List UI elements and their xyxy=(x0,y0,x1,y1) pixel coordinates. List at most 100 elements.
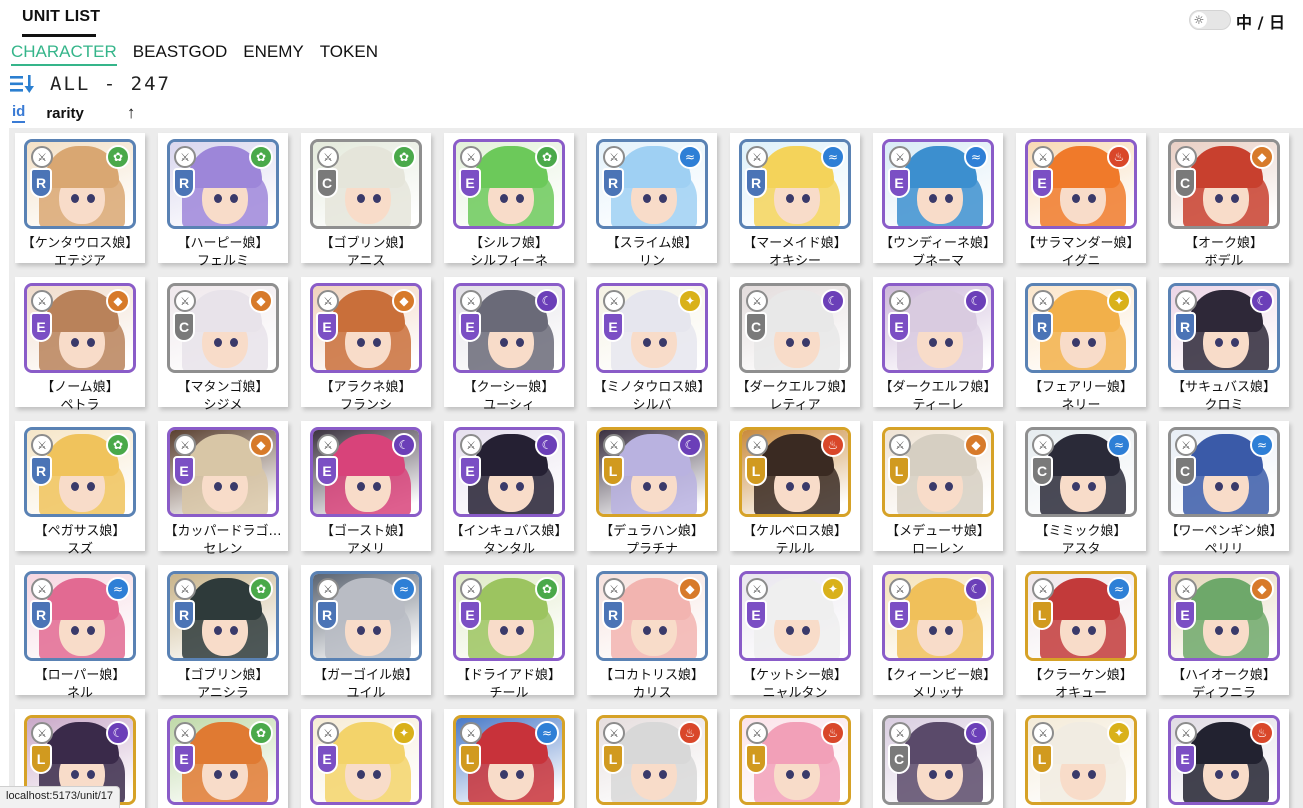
class-icon: ⚔ xyxy=(603,290,625,312)
unit-portrait: ⚔ E ✿ xyxy=(453,571,565,661)
unit-card[interactable]: ⚔ E ✿ xyxy=(158,709,288,808)
class-icon: ⚔ xyxy=(317,722,339,744)
sort-by-rarity[interactable]: rarity xyxy=(46,105,84,122)
rarity-badge: C xyxy=(173,312,195,342)
tab-character[interactable]: CHARACTER xyxy=(11,42,117,66)
unit-card[interactable]: ⚔ L ✦ xyxy=(1016,709,1146,808)
unit-card[interactable]: ⚔ E ✿ 【ドライアド娘】 チール xyxy=(444,565,574,701)
unit-card[interactable]: ⚔ E ◆ 【ノーム娘】 ペトラ xyxy=(15,277,145,413)
unit-portrait: ⚔ C ✿ xyxy=(310,139,422,229)
unit-card[interactable]: ⚔ R ≈ 【スライム娘】 リン xyxy=(587,133,717,269)
unit-card[interactable]: ⚔ C ☾ xyxy=(873,709,1003,808)
unit-race: 【マーメイド娘】 xyxy=(743,236,847,251)
sun-icon: ☼ xyxy=(1191,12,1207,28)
class-icon: ⚔ xyxy=(746,290,768,312)
unit-card[interactable]: ⚔ L ≈ xyxy=(444,709,574,808)
unit-card[interactable]: ⚔ E ☾ 【インキュバス娘】 タンタル xyxy=(444,421,574,557)
unit-race: 【ノーム娘】 xyxy=(41,380,119,395)
unit-card[interactable]: ⚔ E ✦ 【ミノタウロス娘】 シルバ xyxy=(587,277,717,413)
unit-name: チール xyxy=(489,686,529,701)
unit-card[interactable]: ⚔ L ♨ 【ケルベロス娘】 テルル xyxy=(730,421,860,557)
unit-card[interactable]: ⚔ E ☾ 【ゴースト娘】 アメリ xyxy=(301,421,431,557)
unit-race: 【マタンゴ娘】 xyxy=(177,380,269,395)
rarity-badge: C xyxy=(1174,456,1196,486)
unit-card[interactable]: ⚔ R ≈ 【ガーゴイル娘】 ユイル xyxy=(301,565,431,701)
class-icon: ⚔ xyxy=(889,578,911,600)
class-icon: ⚔ xyxy=(1032,578,1054,600)
unit-card[interactable]: ⚔ C ✿ 【ゴブリン娘】 アニス xyxy=(301,133,431,269)
unit-race: 【クィーンビー娘】 xyxy=(879,668,997,683)
unit-card[interactable]: ⚔ E ◆ 【カッパードラゴ… セレン xyxy=(158,421,288,557)
rarity-badge: E xyxy=(459,600,481,630)
unit-card[interactable]: ⚔ L ♨ xyxy=(587,709,717,808)
unit-name: ネリー xyxy=(1061,398,1101,413)
class-icon: ⚔ xyxy=(1175,722,1197,744)
unit-card[interactable]: ⚔ R ✿ 【ゴブリン娘】 アニシラ xyxy=(158,565,288,701)
wind-element-icon: ✿ xyxy=(392,145,416,169)
unit-race: 【ゴブリン娘】 xyxy=(320,236,412,251)
fire-element-icon: ♨ xyxy=(821,721,845,745)
unit-card[interactable]: ⚔ L ◆ 【メデューサ娘】 ローレン xyxy=(873,421,1003,557)
unit-portrait: ⚔ R ✿ xyxy=(24,139,136,229)
dark-element-icon: ☾ xyxy=(106,721,130,745)
unit-name: ボデル xyxy=(1204,254,1244,269)
rarity-badge: C xyxy=(1031,456,1053,486)
light-element-icon: ✦ xyxy=(678,289,702,313)
unit-race: 【カッパードラゴ… xyxy=(164,524,282,539)
unit-card[interactable]: ⚔ C ≈ 【ワーペンギン娘】 ペリリ xyxy=(1159,421,1289,557)
filter-summary[interactable]: ALL - 247 xyxy=(50,73,171,95)
unit-grid: ⚔ R ✿ 【ケンタウロス娘】 エテジア ⚔ R ✿ 【ハーピー娘】 フェルミ ⚔ C ✿ 【ゴブリン娘】… xyxy=(15,133,1289,808)
unit-card[interactable]: ⚔ E ☾ 【クィーンビー娘】 メリッサ xyxy=(873,565,1003,701)
sort-by-id[interactable]: id xyxy=(12,103,26,123)
unit-card[interactable]: ⚔ R ≈ 【マーメイド娘】 オキシー xyxy=(730,133,860,269)
tab-enemy[interactable]: ENEMY xyxy=(243,42,303,66)
unit-portrait: ⚔ C ◆ xyxy=(167,283,279,373)
rarity-badge: L xyxy=(1031,600,1053,630)
rarity-badge: E xyxy=(602,312,624,342)
unit-race: 【ドライアド娘】 xyxy=(456,668,561,683)
unit-card[interactable]: ⚔ E ◆ 【アラクネ娘】 フランシ xyxy=(301,277,431,413)
unit-card[interactable]: ⚔ E ☾ 【クーシー娘】 ユーシィ xyxy=(444,277,574,413)
class-icon: ⚔ xyxy=(1175,578,1197,600)
unit-card[interactable]: ⚔ E ☾ 【ダークエルフ娘】 ティーレ xyxy=(873,277,1003,413)
unit-card[interactable]: ⚔ R ≈ 【ローパー娘】 ネル xyxy=(15,565,145,701)
unit-card[interactable]: ⚔ L ♨ xyxy=(730,709,860,808)
class-icon: ⚔ xyxy=(603,434,625,456)
unit-card[interactable]: ⚔ E ♨ xyxy=(1159,709,1289,808)
unit-card[interactable]: ⚔ R ◆ 【コカトリス娘】 カリス xyxy=(587,565,717,701)
unit-portrait: ⚔ L ♨ xyxy=(739,715,851,805)
unit-card[interactable]: ⚔ R ✿ 【ケンタウロス娘】 エテジア xyxy=(15,133,145,269)
unit-card[interactable]: ⚔ R ✿ 【ペガサス娘】 スズ xyxy=(15,421,145,557)
class-icon: ⚔ xyxy=(174,578,196,600)
unit-card[interactable]: ⚔ E ✿ 【シルフ娘】 シルフィーネ xyxy=(444,133,574,269)
unit-race: 【サキュバス娘】 xyxy=(1171,380,1276,395)
unit-card[interactable]: ⚔ R ☾ 【サキュバス娘】 クロミ xyxy=(1159,277,1289,413)
unit-name: レティア xyxy=(769,398,821,413)
unit-name: リン xyxy=(638,254,665,269)
unit-card[interactable]: ⚔ L ≈ 【クラーケン娘】 オキュー xyxy=(1016,565,1146,701)
sort-direction-toggle[interactable]: ↑ xyxy=(127,103,136,123)
unit-card[interactable]: ⚔ E ≈ 【ウンディーネ娘】 ブネーマ xyxy=(873,133,1003,269)
unit-card[interactable]: ⚔ E ✦ xyxy=(301,709,431,808)
theme-toggle[interactable]: ☼ xyxy=(1189,10,1231,30)
unit-portrait: ⚔ E ☾ xyxy=(882,571,994,661)
unit-card[interactable]: ⚔ E ♨ 【サラマンダー娘】 イグニ xyxy=(1016,133,1146,269)
header: UNIT LIST ☼ 中 / 日 CHARACTER BEASTGOD ENE… xyxy=(0,0,1303,128)
unit-card[interactable]: ⚔ E ✦ 【ケットシー娘】 ニャルタン xyxy=(730,565,860,701)
tab-beastgod[interactable]: BEASTGOD xyxy=(133,42,227,66)
unit-race: 【ダークエルフ娘】 xyxy=(736,380,854,395)
unit-card[interactable]: ⚔ R ✿ 【ハーピー娘】 フェルミ xyxy=(158,133,288,269)
unit-card[interactable]: ⚔ L ☾ 【デュラハン娘】 プラチナ xyxy=(587,421,717,557)
tab-token[interactable]: TOKEN xyxy=(320,42,378,66)
sort-filter-icon[interactable] xyxy=(10,74,38,94)
water-element-icon: ≈ xyxy=(964,145,988,169)
language-toggle[interactable]: 中 / 日 xyxy=(1236,9,1285,33)
unit-card[interactable]: ⚔ C ◆ 【マタンゴ娘】 シジメ xyxy=(158,277,288,413)
unit-card[interactable]: ⚔ C ◆ 【オーク娘】 ボデル xyxy=(1159,133,1289,269)
unit-card[interactable]: ⚔ C ≈ 【ミミック娘】 アスタ xyxy=(1016,421,1146,557)
dark-element-icon: ☾ xyxy=(535,289,559,313)
water-element-icon: ≈ xyxy=(821,145,845,169)
unit-card[interactable]: ⚔ C ☾ 【ダークエルフ娘】 レティア xyxy=(730,277,860,413)
unit-card[interactable]: ⚔ R ✦ 【フェアリー娘】 ネリー xyxy=(1016,277,1146,413)
unit-card[interactable]: ⚔ E ◆ 【ハイオーク娘】 ディフニラ xyxy=(1159,565,1289,701)
